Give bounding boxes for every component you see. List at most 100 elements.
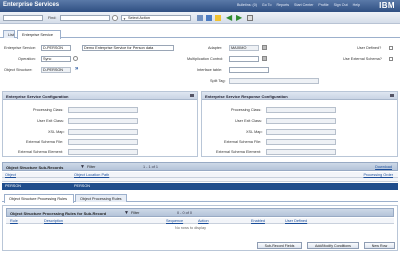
save-icon[interactable] (206, 15, 212, 21)
select-action-dropdown[interactable]: Select Action (121, 15, 191, 21)
download-link[interactable]: Download (375, 165, 392, 169)
multiplication-control-label: Multiplication Control: (187, 57, 224, 61)
column-description[interactable]: Description (44, 219, 63, 223)
response-user-exit-class-field (266, 118, 336, 124)
chevron-down-icon: ▼ (123, 17, 126, 21)
new-row-button[interactable]: New Row (364, 242, 395, 249)
header-link-help[interactable]: Help (353, 3, 360, 7)
enterprise-service-field[interactable]: D-PERSON (41, 45, 71, 51)
user-defined-checkbox (389, 46, 393, 50)
enterprise-service-description: Demo Enterprise Service for Person data (84, 46, 154, 50)
rules-filter-label[interactable]: Filter (131, 211, 139, 215)
user-defined-label: User Defined? (357, 46, 382, 50)
config-xsl-map-field (68, 129, 138, 135)
column-user-defined[interactable]: User Defined (285, 219, 307, 223)
adapter-value: MAXIMO (231, 46, 247, 50)
rules-header: Object Structure Processing Rules for Su… (6, 208, 394, 217)
enterprise-service-label: Enterprise Service: (4, 46, 37, 50)
config-processing-class-label: Processing Class: (33, 108, 64, 112)
previous-arrow-icon[interactable]: ◀ (226, 13, 232, 22)
enterprise-service-description-field[interactable]: Demo Enterprise Service for Person data (82, 45, 174, 51)
interface-table-label: Interface table: (197, 68, 223, 72)
find-input[interactable] (60, 15, 110, 21)
tab-enterprise-service[interactable]: Enterprise Service (17, 30, 61, 39)
collapse-icon[interactable] (190, 94, 194, 97)
find-label: Find: (48, 16, 57, 20)
subrecords-filter-row[interactable] (2, 178, 398, 182)
add-modify-conditions-button[interactable]: Add/Modify Conditions (307, 242, 359, 249)
column-object-location-path[interactable]: Object Location Path (74, 173, 109, 177)
go-to-object-structure-icon[interactable]: » (75, 66, 78, 72)
header-link-profile[interactable]: Profile (318, 3, 328, 7)
response-xsl-map-label: XSL Map: (246, 130, 263, 134)
tab-list[interactable]: List (3, 30, 15, 38)
column-enabled[interactable]: Enabled (251, 219, 265, 223)
clear-icon[interactable] (247, 15, 253, 21)
operation-field[interactable]: Sync (41, 56, 71, 62)
adapter-field: MAXIMO (229, 45, 259, 51)
response-external-schema-element-field (266, 149, 336, 155)
multiplication-control-icon[interactable] (262, 56, 267, 61)
response-processing-class-field (266, 107, 336, 113)
edit-icon[interactable] (215, 15, 221, 21)
object-structure-field: D-PERSON (41, 67, 71, 73)
response-xsl-map-field (266, 129, 336, 135)
config-user-exit-class-label: User Exit Class: (37, 119, 65, 123)
config-processing-class-field (68, 107, 138, 113)
use-external-schema-checkbox[interactable] (389, 57, 393, 61)
toolbar-combo-input[interactable] (3, 15, 43, 21)
response-external-schema-file-field (266, 139, 336, 145)
use-external-schema-label: Use External Schema? (343, 57, 382, 61)
header-link-start-center[interactable]: Start Center (294, 3, 313, 7)
header-link-sign-out[interactable]: Sign Out (334, 3, 348, 7)
interface-table-field[interactable] (229, 67, 269, 73)
next-arrow-icon[interactable]: ▶ (236, 13, 242, 22)
config-external-schema-element-label: External Schema Element: (18, 150, 63, 154)
column-object[interactable]: Object (5, 173, 16, 177)
app-title: Enterprise Services (3, 2, 60, 8)
operation-label: Operation: (18, 57, 36, 61)
header-link-goto[interactable]: Go To (262, 3, 272, 7)
tab-object-processing-rules[interactable]: Object Processing Rules (75, 194, 127, 202)
rules-title: Object Structure Processing Rules for Su… (10, 211, 107, 216)
split-tag-field (229, 78, 319, 84)
object-structure-value: D-PERSON (43, 68, 64, 72)
table-row[interactable]: PERSON PERSON (2, 183, 398, 190)
config-panel-header: Enterprise Service Configuration (3, 92, 197, 100)
new-record-icon[interactable] (197, 15, 203, 21)
response-user-exit-class-label: User Exit Class: (235, 119, 263, 123)
collapse-icon[interactable] (390, 94, 394, 97)
search-icon[interactable] (112, 15, 118, 21)
column-action[interactable]: Action (198, 219, 209, 223)
enterprise-service-config-panel: Enterprise Service Configuration (2, 91, 198, 157)
multiplication-control-field[interactable] (229, 56, 259, 62)
tab-object-structure-processing-rules[interactable]: Object Structure Processing Rules (4, 194, 74, 203)
rules-pager: 0 - 0 of 0 (177, 211, 192, 215)
config-external-schema-element-field (68, 149, 138, 155)
row-object-path: PERSON (74, 184, 91, 188)
header-link-bulletins[interactable]: Bulletins: (0) (237, 3, 257, 7)
response-external-schema-file-label: External Schema File: (224, 140, 262, 144)
config-external-schema-file-label: External Schema File: (26, 140, 64, 144)
operation-value: Sync (43, 57, 52, 61)
operation-lookup-icon[interactable] (73, 56, 78, 61)
object-structure-label: Object Structure: (4, 68, 33, 72)
config-user-exit-class-field (68, 118, 138, 124)
config-external-schema-file-field (68, 139, 138, 145)
column-processing-order[interactable]: Processing Order (363, 173, 393, 177)
filter-icon[interactable]: ▼ (124, 210, 129, 216)
response-processing-class-label: Processing Class: (231, 108, 262, 112)
column-rule[interactable]: Rule (10, 219, 18, 223)
filter-icon[interactable]: ▼ (80, 164, 85, 170)
enterprise-service-value: D-PERSON (43, 46, 64, 50)
title-bar: Enterprise Services Bulletins: (0) Go To… (0, 0, 400, 12)
subrecords-pager: 1 - 1 of 1 (143, 165, 158, 169)
column-sequence[interactable]: Sequence (166, 219, 183, 223)
header-link-reports[interactable]: Reports (276, 3, 289, 7)
sub-record-fields-button[interactable]: Sub-Record Fields (257, 242, 302, 249)
split-tag-label: Split Tag: (210, 79, 226, 83)
adapter-detail-icon[interactable] (262, 45, 267, 50)
subrecords-filter-label[interactable]: Filter (87, 165, 95, 169)
ibm-logo: IBM (379, 1, 395, 10)
subrecords-title: Object Structure Sub-Records (6, 165, 64, 170)
